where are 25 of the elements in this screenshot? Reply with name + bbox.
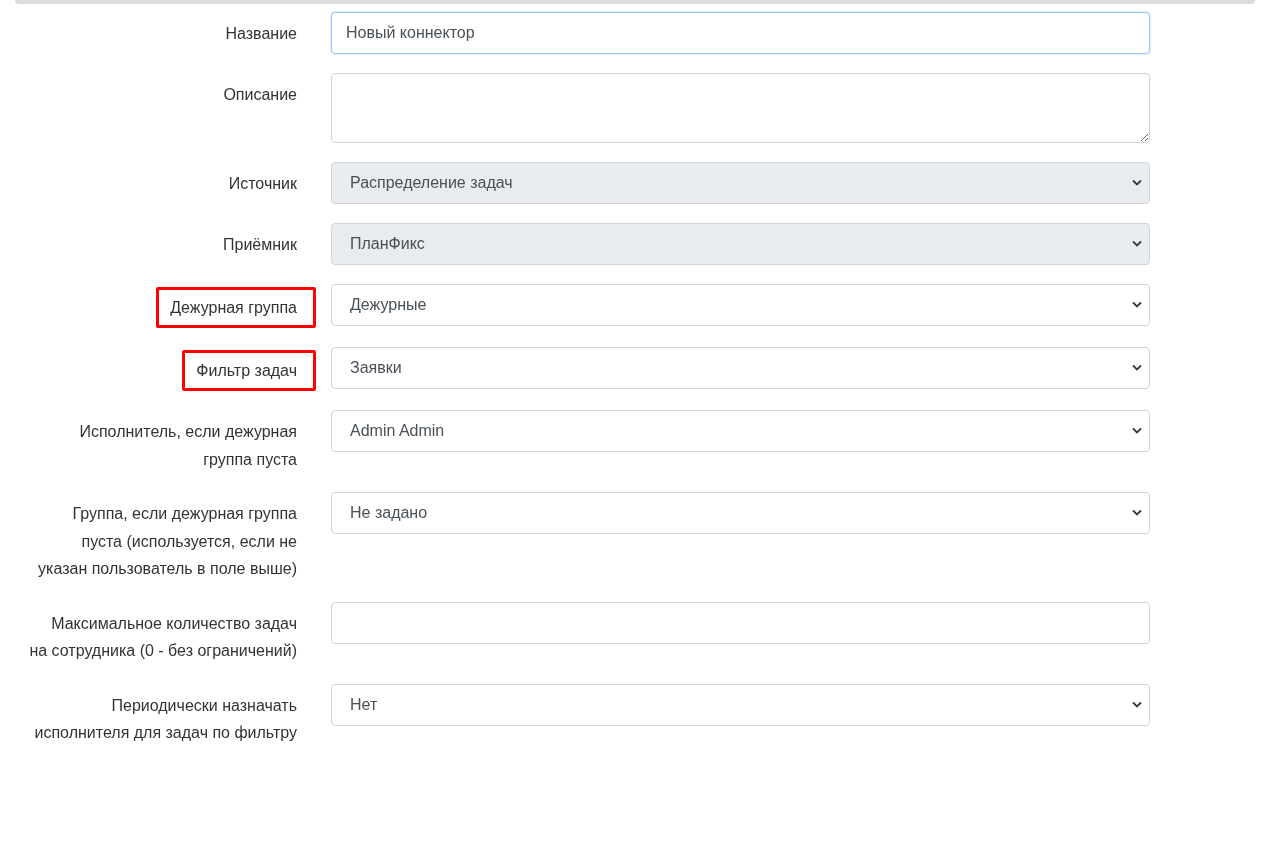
highlighted-field-label: Фильтр задач [182, 350, 316, 391]
field-label: Источник [228, 175, 297, 192]
dropdown-select[interactable]: Admin Admin [331, 410, 1150, 452]
chevron-down-icon [1132, 364, 1142, 371]
field-label: Описание [223, 86, 297, 103]
chevron-down-icon [1132, 700, 1142, 708]
input-field[interactable]: Новый коннектор [331, 12, 1150, 54]
input-field[interactable] [331, 601, 1150, 644]
chevron-down-icon [1132, 301, 1142, 308]
field-label: Максимальное количество задач на сотрудника (0 - без ограничений) [29, 614, 297, 659]
chevron-down-icon [1132, 179, 1142, 186]
dropdown-select[interactable]: Не задано [331, 492, 1150, 534]
field-label: Группа, если дежурная группа пуста (используется, если не указан пользователь в поле выше) [38, 505, 297, 577]
field-label: Название [225, 25, 297, 42]
chevron-down-icon [1132, 427, 1142, 434]
dropdown-select[interactable]: Заявки [331, 347, 1150, 389]
text-area[interactable] [331, 73, 1150, 143]
dropdown-select[interactable]: Нет [331, 683, 1150, 726]
dropdown-select[interactable]: Дежурные [331, 284, 1150, 326]
field-label: Периодически назначать исполнителя для задач по фильтру [34, 696, 297, 741]
field-label: Исполнитель, если дежурная группа пуста [79, 423, 297, 468]
field-label: Приёмник [223, 236, 297, 253]
chevron-down-icon [1132, 240, 1142, 247]
chevron-down-icon [1132, 509, 1142, 516]
highlighted-field-label: Дежурная группа [156, 287, 316, 328]
